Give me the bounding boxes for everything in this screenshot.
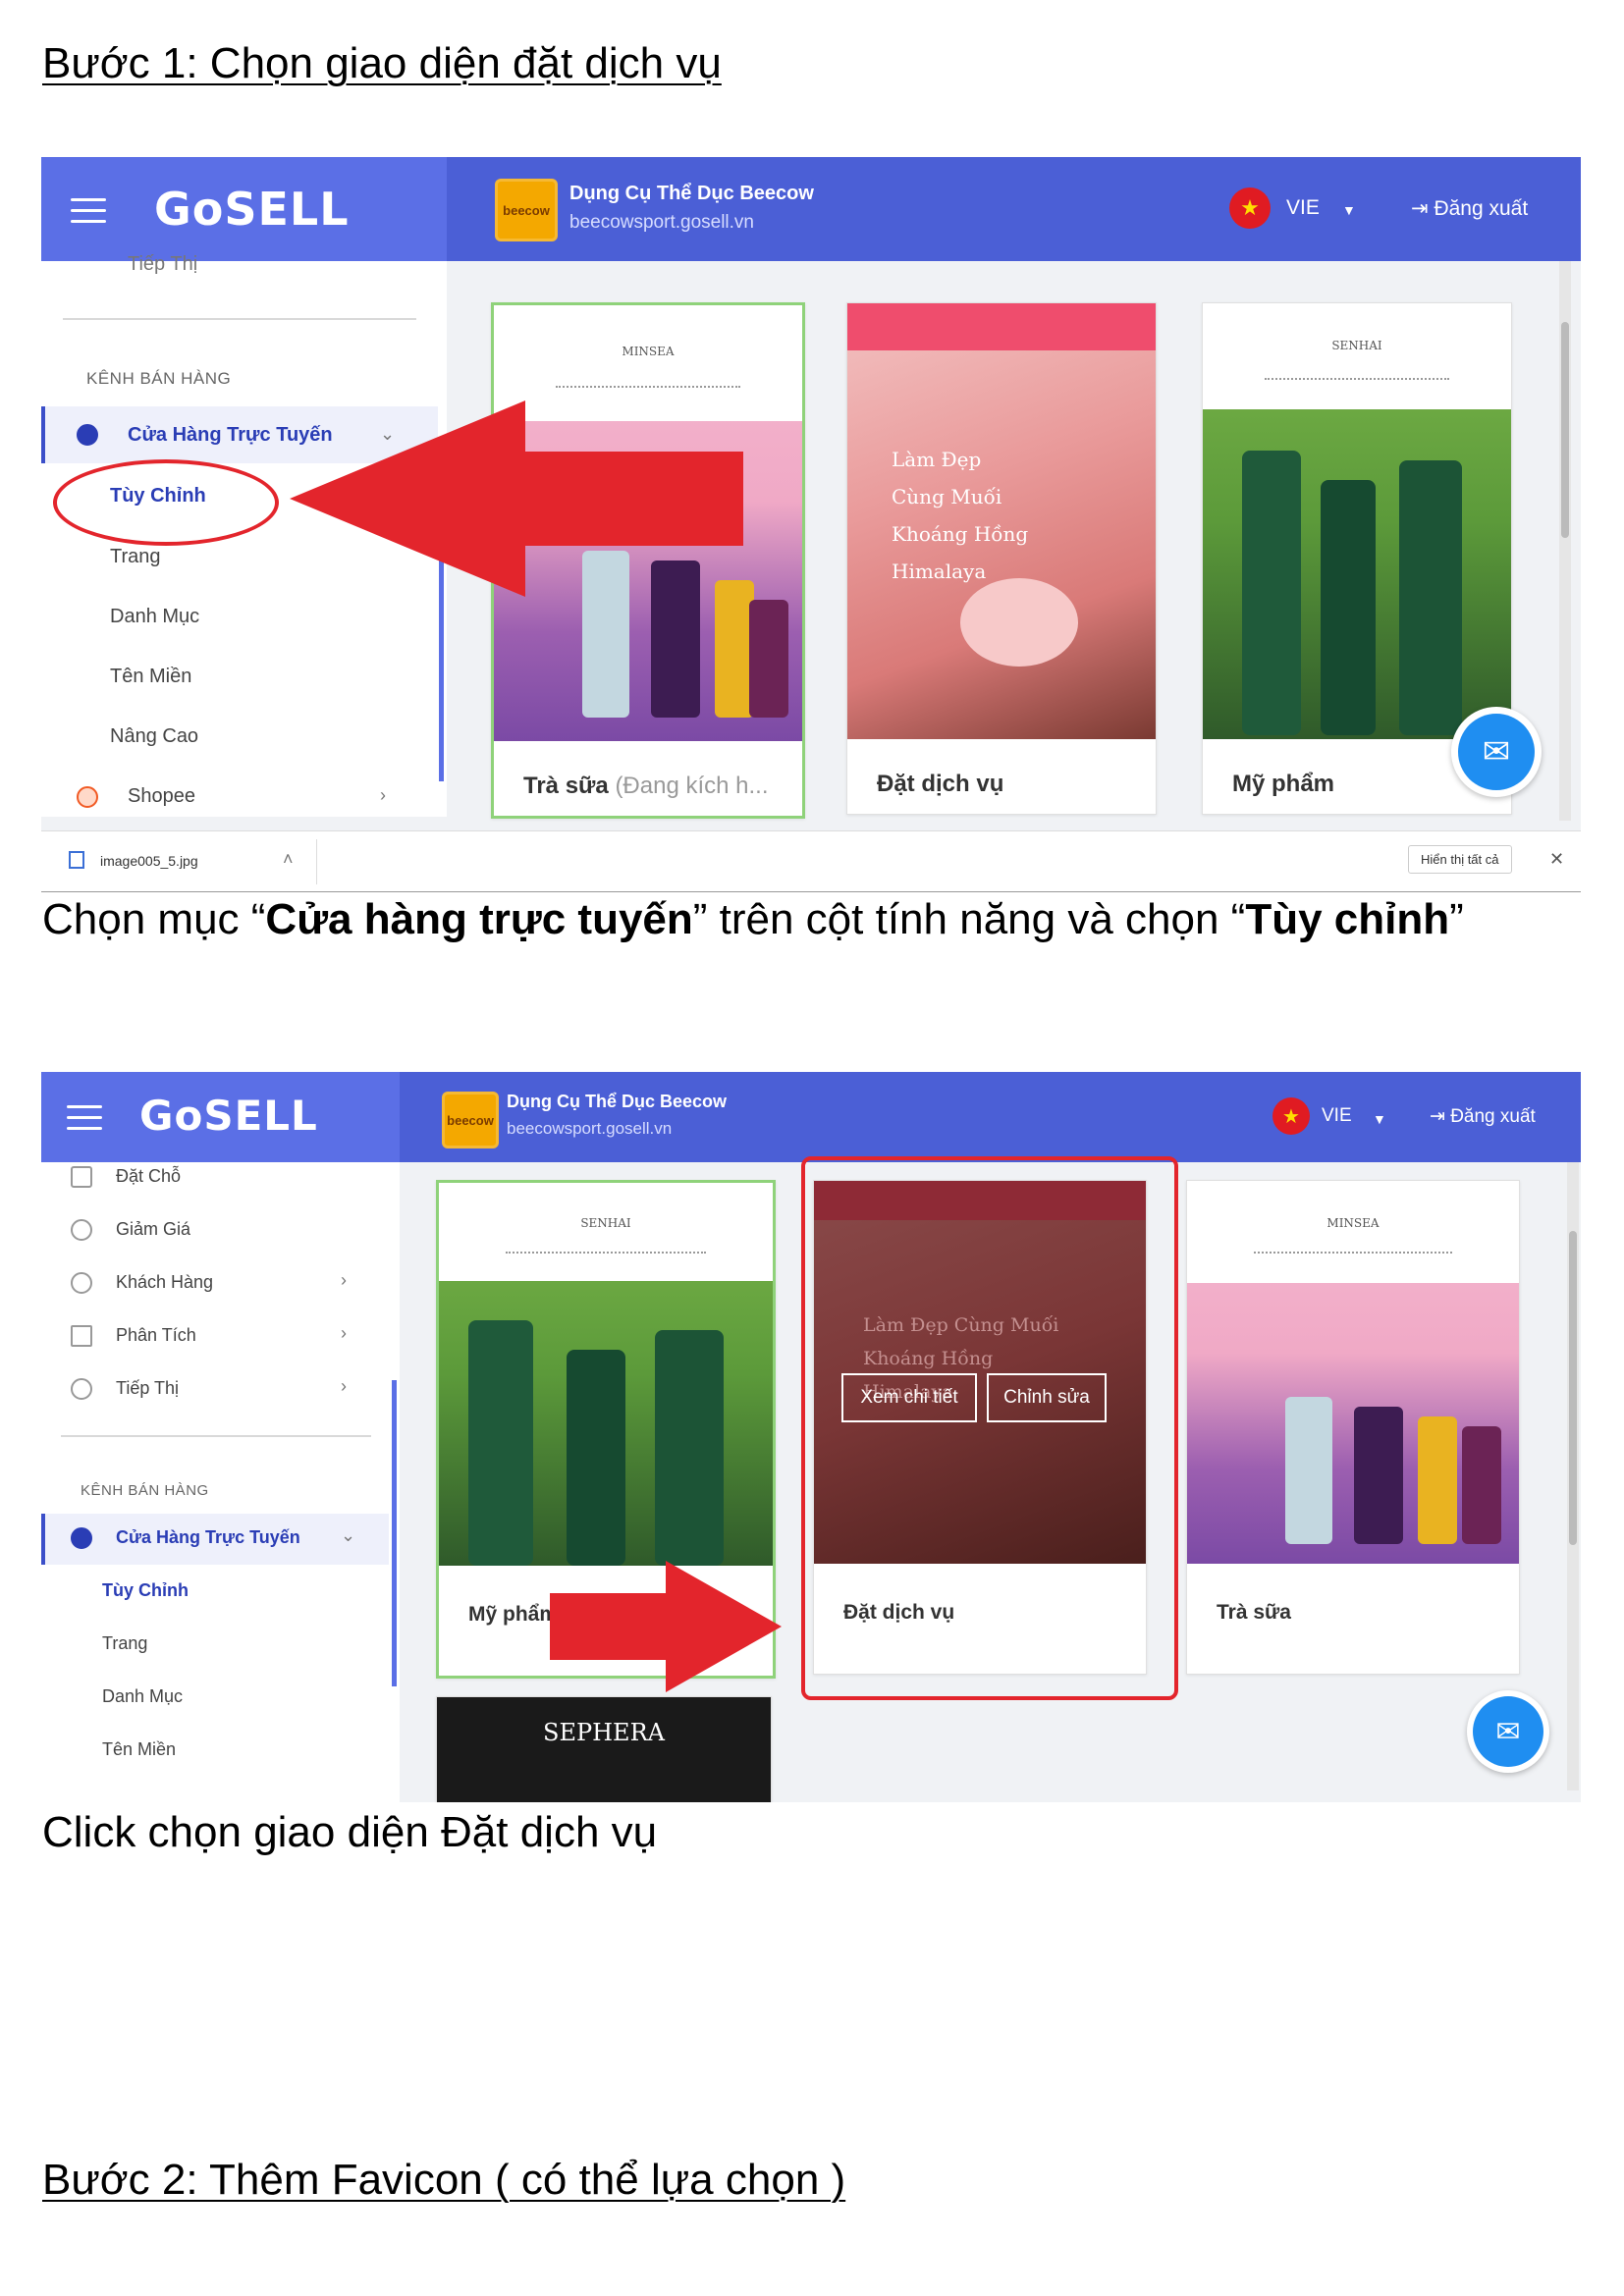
vertical-scrollbar[interactable] — [1567, 1162, 1579, 1790]
caption-2: Click chọn giao diện Đặt dịch vụ — [42, 1808, 658, 1856]
store-icon — [71, 1527, 92, 1549]
sidebar: Đặt Chỗ Giảm Giá Khách Hàng › Phân Tích … — [41, 1162, 400, 1802]
theme-card-milk-tea[interactable]: MINSEA Trà sữa — [1186, 1180, 1520, 1675]
messenger-icon: ✉ — [1473, 1696, 1543, 1767]
customers-icon — [71, 1272, 92, 1294]
sidebar-item-marketing[interactable]: Tiếp Thị — [116, 1378, 179, 1399]
store-name: Dụng Cụ Thể Dục Beecow — [569, 183, 814, 204]
theme-thumbnail: SENHAI — [1203, 303, 1511, 739]
theme-thumbnail: MINSEA — [1187, 1181, 1519, 1564]
sidebar-item-marketing[interactable]: Tiếp Thị — [128, 253, 197, 276]
messenger-button[interactable]: ✉ — [1451, 707, 1542, 797]
highlight-box — [801, 1156, 1178, 1700]
sidebar-item-discount[interactable]: Giảm Giá — [116, 1219, 190, 1240]
discount-icon — [71, 1219, 92, 1241]
highlight-ellipse — [53, 459, 279, 546]
theme-card-sephera[interactable]: SEPHERA — [436, 1696, 772, 1802]
chevron-down-icon[interactable]: ▼ — [1373, 1111, 1386, 1127]
language-label[interactable]: VIE — [1286, 196, 1320, 220]
store-name: Dụng Cụ Thể Dục Beecow — [507, 1092, 728, 1111]
store-url: beecowsport.gosell.vn — [569, 212, 754, 233]
lightbulb-icon — [71, 1378, 92, 1400]
store-url: beecowsport.gosell.vn — [507, 1119, 673, 1138]
store-logo: beecow — [442, 1092, 499, 1148]
chevron-down-icon[interactable]: ▼ — [1342, 202, 1356, 218]
show-all-button[interactable]: Hiển thị tất cả — [1408, 845, 1512, 874]
theme-name: Đặt dịch vụ — [877, 771, 1004, 797]
download-bar: image005_5.jpg ˄ Hiển thị tất cả ✕ — [41, 830, 1581, 891]
theme-name: Trà sữa (Đang kích h... — [523, 773, 769, 799]
chevron-up-icon[interactable]: ˄ — [283, 849, 294, 870]
store-icon — [77, 424, 98, 446]
sidebar-subitem-menus[interactable]: Danh Mục — [102, 1686, 183, 1707]
caption-1: Chọn mục “Cửa hàng trực tuyến” trên cột … — [42, 895, 1464, 943]
messenger-button[interactable]: ✉ — [1467, 1690, 1549, 1773]
sidebar-subitem-domains[interactable]: Tên Miền — [110, 666, 191, 688]
calendar-icon — [71, 1166, 92, 1188]
theme-thumbnail: SENHAI — [439, 1183, 773, 1566]
theme-card-booking[interactable]: Làm Đẹp Cùng Muối Khoáng Hồng Himalaya Đ… — [846, 302, 1157, 815]
language-label[interactable]: VIE — [1322, 1105, 1352, 1127]
sidebar-subitem-advanced[interactable]: Nâng Cao — [110, 725, 198, 748]
chevron-right-icon: › — [341, 1376, 347, 1396]
analytics-icon — [71, 1325, 92, 1347]
sidebar-subitem-pages[interactable]: Trang — [110, 546, 161, 568]
sidebar-item-label: Cửa Hàng Trực Tuyến — [116, 1527, 300, 1547]
arrow-shape — [290, 400, 743, 597]
step2-heading: Bước 2: Thêm Favicon ( có thể lựa chọn ) — [42, 2156, 846, 2204]
sidebar-subitem-customize[interactable]: Tùy Chỉnh — [102, 1580, 189, 1601]
image-file-icon — [69, 851, 84, 869]
sidebar-subitem-pages[interactable]: Trang — [102, 1633, 147, 1654]
red-arrow-right-icon — [550, 1561, 782, 1692]
top-bar: GoSELL beecow Dụng Cụ Thể Dục Beecow bee… — [41, 157, 1581, 261]
messenger-icon: ✉ — [1458, 714, 1535, 790]
theme-name: Trà sữa — [1217, 1601, 1291, 1624]
arrow-shape — [550, 1561, 782, 1692]
download-file-name[interactable]: image005_5.jpg — [100, 853, 198, 869]
vietnam-flag-icon: ★ — [1272, 1097, 1310, 1135]
vertical-scrollbar[interactable] — [1559, 261, 1571, 821]
sidebar-section-label: KÊNH BÁN HÀNG — [86, 369, 232, 388]
chevron-right-icon: › — [341, 1323, 347, 1343]
gosell-logo: GoSELL — [154, 183, 350, 236]
sidebar-item-shopee[interactable]: Shopee — [128, 785, 195, 808]
close-icon[interactable]: ✕ — [1549, 849, 1564, 870]
sidebar-subitem-menus[interactable]: Danh Mục — [110, 606, 199, 628]
sidebar-subitem-domains[interactable]: Tên Miền — [102, 1739, 176, 1760]
sidebar-item-booking[interactable]: Đặt Chỗ — [116, 1166, 181, 1187]
chevron-right-icon: › — [380, 785, 386, 805]
vietnam-flag-icon: ★ — [1229, 187, 1271, 229]
step1-heading: Bước 1: Chọn giao diện đặt dịch vụ — [42, 39, 722, 87]
store-logo: beecow — [495, 179, 558, 241]
shopee-icon — [77, 786, 98, 808]
logout-button[interactable]: ⇥ Đăng xuất — [1430, 1105, 1536, 1128]
top-bar: GoSELL beecow Dụng Cụ Thể Dục Beecow bee… — [41, 1072, 1581, 1162]
screenshot-1: GoSELL beecow Dụng Cụ Thể Dục Beecow bee… — [41, 157, 1581, 892]
logout-button[interactable]: ⇥ Đăng xuất — [1411, 196, 1528, 221]
theme-thumbnail: Làm Đẹp Cùng Muối Khoáng Hồng Himalaya — [847, 303, 1156, 739]
gosell-logo: GoSELL — [139, 1092, 318, 1140]
sidebar-item-analytics[interactable]: Phân Tích — [116, 1325, 196, 1346]
logout-icon: ⇥ — [1430, 1106, 1451, 1127]
chevron-down-icon: ⌄ — [341, 1525, 356, 1545]
sidebar-item-customers[interactable]: Khách Hàng — [116, 1272, 213, 1293]
red-arrow-left-icon — [290, 400, 743, 597]
sidebar-scrollbar[interactable] — [392, 1380, 397, 1686]
hamburger-icon[interactable] — [71, 198, 106, 224]
chevron-right-icon: › — [341, 1270, 347, 1290]
sidebar-section-label: KÊNH BÁN HÀNG — [81, 1482, 209, 1499]
hamburger-icon[interactable] — [67, 1105, 102, 1131]
logout-icon: ⇥ — [1411, 197, 1435, 220]
